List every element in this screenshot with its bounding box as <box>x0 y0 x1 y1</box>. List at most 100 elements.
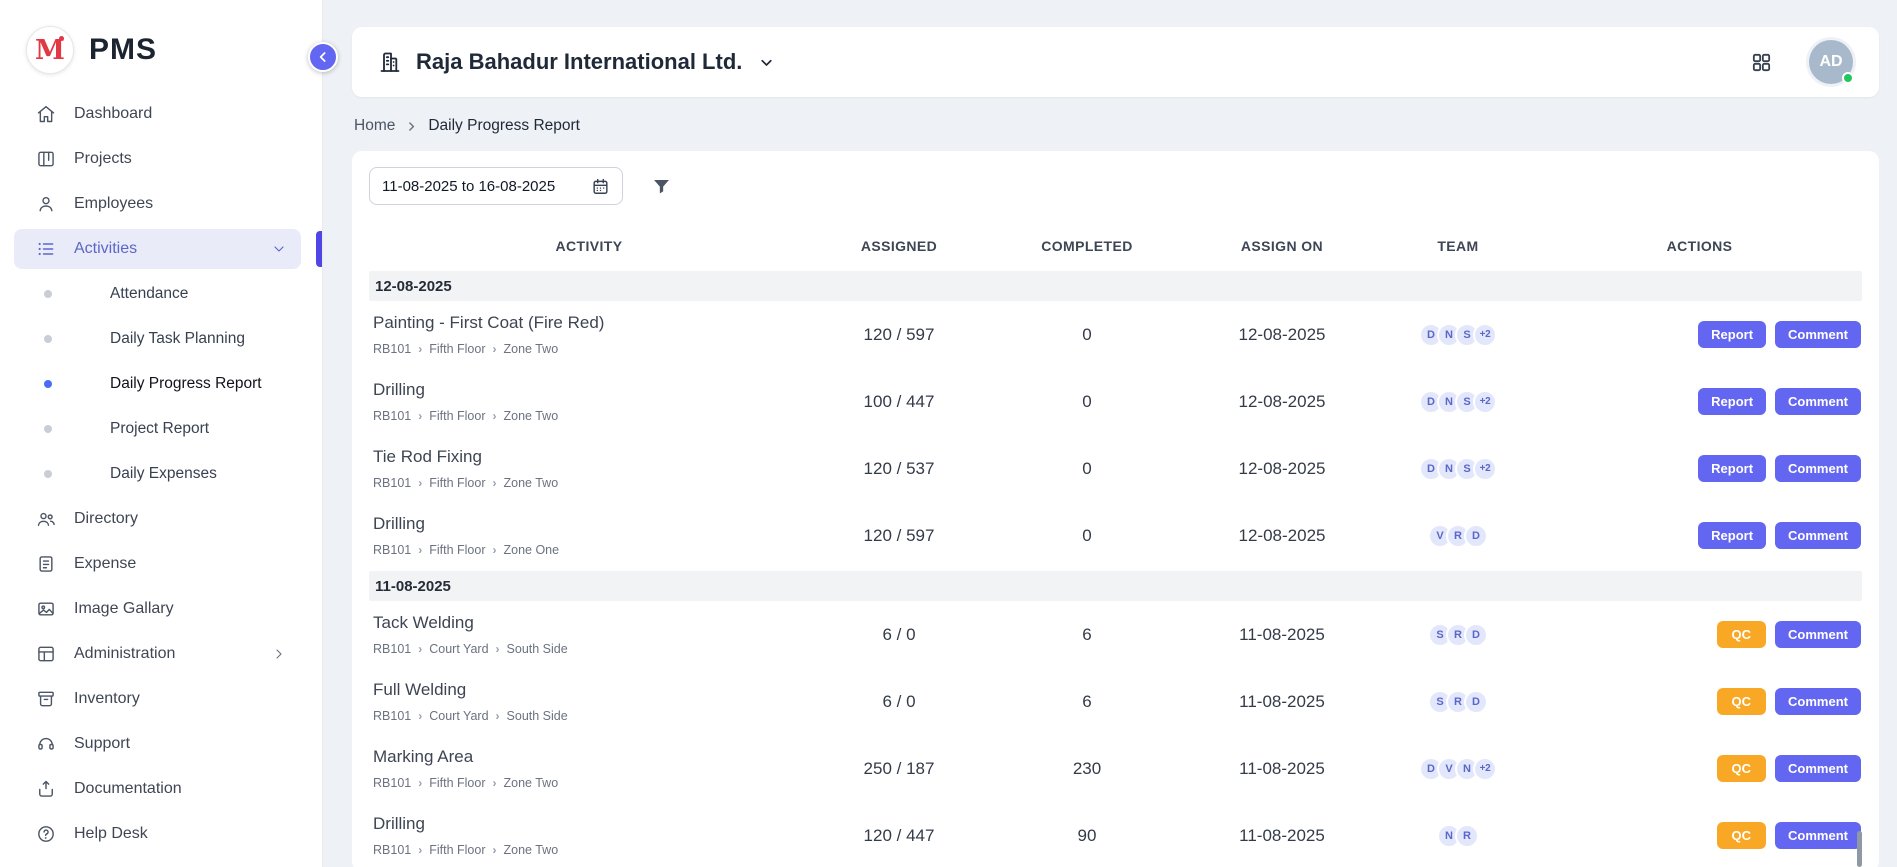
sidebar-item-label: Help Desk <box>74 825 148 843</box>
path-part: RB101 <box>373 543 411 557</box>
progress-table: ACTIVITYASSIGNEDCOMPLETEDASSIGN ONTEAMAC… <box>369 223 1862 867</box>
sidebar: M PMS DashboardProjectsEmployeesActiviti… <box>0 0 323 867</box>
sidebar-item-support[interactable]: Support <box>14 724 301 764</box>
table-row: Tie Rod FixingRB101›Fifth Floor›Zone Two… <box>369 435 1862 502</box>
completed-value: 90 <box>989 826 1185 846</box>
expense-icon <box>36 554 60 574</box>
activity-path: RB101›Court Yard›South Side <box>373 709 809 723</box>
chevron-separator: › <box>418 843 422 857</box>
apps-grid-icon[interactable] <box>1750 51 1773 74</box>
comment-button[interactable]: Comment <box>1775 522 1861 549</box>
qc-button[interactable]: QC <box>1717 621 1767 648</box>
sidebar-subitem-daily-task-planning[interactable]: Daily Task Planning <box>14 319 301 359</box>
table-row: DrillingRB101›Fifth Floor›Zone Two100 / … <box>369 368 1862 435</box>
team-extra-badge: +2 <box>1473 390 1497 414</box>
assigned-value: 250 / 187 <box>809 759 989 779</box>
sidebar-subitem-attendance[interactable]: Attendance <box>14 274 301 314</box>
table-row: DrillingRB101›Fifth Floor›Zone One120 / … <box>369 502 1862 569</box>
report-button[interactable]: Report <box>1698 455 1766 482</box>
avatar-initials: AD <box>1819 53 1842 71</box>
filter-icon[interactable] <box>651 176 672 197</box>
user-avatar[interactable]: AD <box>1809 40 1853 84</box>
comment-button[interactable]: Comment <box>1775 688 1861 715</box>
qc-button[interactable]: QC <box>1717 688 1767 715</box>
comment-button[interactable]: Comment <box>1775 822 1861 849</box>
activity-name: Drilling <box>373 814 809 834</box>
assigned-value: 120 / 447 <box>809 826 989 846</box>
assign-on-value: 11-08-2025 <box>1185 826 1379 846</box>
actions-cell: Report Comment <box>1537 321 1862 348</box>
chevron-separator: › <box>418 543 422 557</box>
completed-value: 6 <box>989 625 1185 645</box>
path-part: RB101 <box>373 843 411 857</box>
sidebar-item-activities[interactable]: Activities <box>14 229 301 269</box>
comment-button[interactable]: Comment <box>1775 455 1861 482</box>
activity-path: RB101›Fifth Floor›Zone Two <box>373 409 809 423</box>
comment-button[interactable]: Comment <box>1775 755 1861 782</box>
team-cell: DNS+2 <box>1379 323 1537 347</box>
qc-button[interactable]: QC <box>1717 822 1767 849</box>
chevron-separator: › <box>493 543 497 557</box>
column-header-team: TEAM <box>1379 238 1537 254</box>
group-date: 11-08-2025 <box>375 578 451 595</box>
assigned-value: 120 / 597 <box>809 526 989 546</box>
sidebar-item-administration[interactable]: Administration <box>14 634 301 674</box>
sidebar-item-expense[interactable]: Expense <box>14 544 301 584</box>
actions-cell: QC Comment <box>1537 688 1862 715</box>
report-button[interactable]: Report <box>1698 388 1766 415</box>
completed-value: 230 <box>989 759 1185 779</box>
sidebar-item-label: Support <box>74 735 130 753</box>
path-part: South Side <box>507 709 568 723</box>
sidebar-subitem-daily-progress-report[interactable]: Daily Progress Report <box>14 364 301 404</box>
scrollbar-thumb[interactable] <box>1857 831 1862 867</box>
path-part: RB101 <box>373 776 411 790</box>
home-icon <box>36 104 60 124</box>
assign-on-value: 11-08-2025 <box>1185 759 1379 779</box>
sidebar-collapse-button[interactable] <box>308 42 338 72</box>
sidebar-item-projects[interactable]: Projects <box>14 139 301 179</box>
date-range-input[interactable]: 11-08-2025 to 16-08-2025 <box>369 167 623 205</box>
sidebar-subitem-project-report[interactable]: Project Report <box>14 409 301 449</box>
sidebar-subitem-daily-expenses[interactable]: Daily Expenses <box>14 454 301 494</box>
report-button[interactable]: Report <box>1698 321 1766 348</box>
breadcrumb-home[interactable]: Home <box>354 117 395 135</box>
actions-cell: Report Comment <box>1537 455 1862 482</box>
sidebar-item-employees[interactable]: Employees <box>14 184 301 224</box>
sidebar-item-dashboard[interactable]: Dashboard <box>14 94 301 134</box>
comment-button[interactable]: Comment <box>1775 388 1861 415</box>
activity-cell: DrillingRB101›Fifth Floor›Zone Two <box>369 380 809 423</box>
team-cell: DNS+2 <box>1379 457 1537 481</box>
activity-path: RB101›Fifth Floor›Zone Two <box>373 342 809 356</box>
path-part: South Side <box>507 642 568 656</box>
path-part: Zone Two <box>504 476 559 490</box>
chevron-separator: › <box>496 709 500 723</box>
path-part: Fifth Floor <box>429 409 485 423</box>
comment-button[interactable]: Comment <box>1775 621 1861 648</box>
assign-on-value: 11-08-2025 <box>1185 625 1379 645</box>
company-name: Raja Bahadur International Ltd. <box>416 49 742 75</box>
path-part: Fifth Floor <box>429 476 485 490</box>
company-selector[interactable]: Raja Bahadur International Ltd. <box>378 49 775 75</box>
online-status-dot <box>1842 72 1854 84</box>
column-header-assign-on: ASSIGN ON <box>1185 238 1379 254</box>
activity-cell: Tack WeldingRB101›Court Yard›South Side <box>369 613 809 656</box>
actions-cell: QC Comment <box>1537 621 1862 648</box>
sidebar-item-inventory[interactable]: Inventory <box>14 679 301 719</box>
sidebar-item-documentation[interactable]: Documentation <box>14 769 301 809</box>
report-button[interactable]: Report <box>1698 522 1766 549</box>
topbar-right: AD <box>1750 40 1853 84</box>
team-avatar: D <box>1464 623 1488 647</box>
chevron-separator: › <box>418 776 422 790</box>
sidebar-item-image-gallary[interactable]: Image Gallary <box>14 589 301 629</box>
activity-name: Painting - First Coat (Fire Red) <box>373 313 809 333</box>
sidebar-item-help-desk[interactable]: Help Desk <box>14 814 301 854</box>
comment-button[interactable]: Comment <box>1775 321 1861 348</box>
table-row: DrillingRB101›Fifth Floor›Zone Two120 / … <box>369 802 1862 867</box>
sidebar-subitem-label: Daily Progress Report <box>110 375 262 393</box>
inventory-icon <box>36 689 60 709</box>
path-part: Zone Two <box>504 409 559 423</box>
sidebar-item-directory[interactable]: Directory <box>14 499 301 539</box>
column-header-assigned: ASSIGNED <box>809 238 989 254</box>
qc-button[interactable]: QC <box>1717 755 1767 782</box>
assigned-value: 100 / 447 <box>809 392 989 412</box>
